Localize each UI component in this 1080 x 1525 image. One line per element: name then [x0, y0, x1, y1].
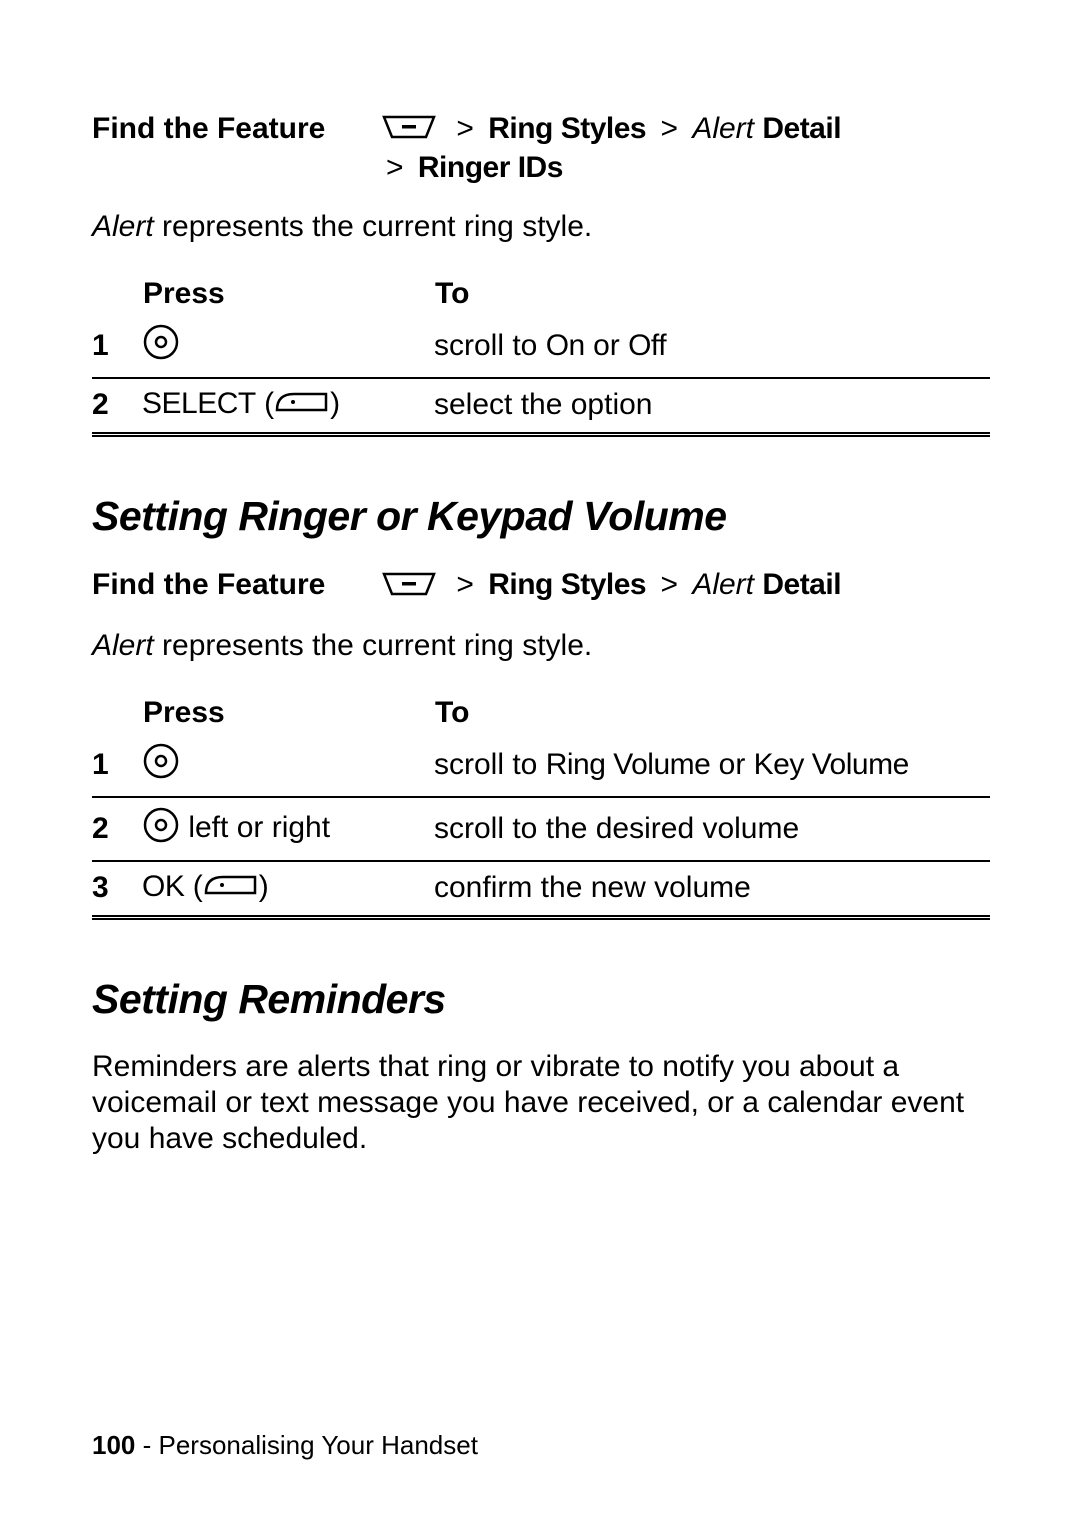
path-ring-styles: Ring Styles [488, 568, 646, 601]
footer-sep: - [135, 1430, 158, 1460]
table-row: 1 scroll to Ring Volume or Key Volume [92, 734, 990, 797]
step-number: 3 [92, 861, 142, 918]
path-alert: Alert [692, 568, 754, 601]
path-ring-styles: Ring Styles [488, 112, 646, 145]
to-cell: scroll to Ring Volume or Key Volume [434, 734, 990, 797]
to-cell: scroll to On or Off [434, 315, 990, 378]
find-the-feature-row: Find the Feature > Ring Styles > Alert D… [92, 110, 990, 186]
alert-description: Alert represents the current ring style. [92, 629, 990, 663]
page-footer: 100 - Personalising Your Handset [92, 1430, 478, 1461]
press-suffix: left or right [180, 811, 330, 844]
steps-table-volume: Press To 1 scroll to Ring Volume or Key … [92, 695, 990, 920]
path-separator: > [456, 568, 474, 601]
ok-label: OK [142, 870, 184, 903]
path-separator: > [660, 112, 678, 145]
path-separator: > [456, 112, 474, 145]
step-number: 1 [92, 734, 142, 797]
step-number: 2 [92, 797, 142, 861]
softkey-icon [274, 388, 330, 422]
table-row: 1 scroll to On or Off [92, 315, 990, 378]
steps-table-ringer-ids: Press To 1 scroll to On or Off 2 SELECT [92, 276, 990, 437]
heading-ringer-keypad-volume: Setting Ringer or Keypad Volume [92, 493, 990, 540]
desc-rest: represents the current ring style. [154, 629, 593, 662]
nav-key-icon [142, 323, 180, 369]
path-detail: Detail [762, 112, 841, 145]
path-detail: Detail [762, 568, 841, 601]
alert-word: Alert [92, 210, 154, 243]
to-cell: select the option [434, 378, 990, 435]
to-text: scroll to [434, 748, 546, 781]
heading-setting-reminders: Setting Reminders [92, 976, 990, 1023]
to-on: On [546, 329, 585, 362]
manual-page: Find the Feature > Ring Styles > Alert D… [0, 0, 1080, 1525]
reminders-body: Reminders are alerts that ring or vibrat… [92, 1049, 990, 1157]
find-the-feature-label: Find the Feature [92, 566, 380, 602]
menu-path: > Ring Styles > Alert Detail > Ringer ID… [380, 110, 841, 186]
menu-key-icon [380, 568, 438, 606]
step-number: 1 [92, 315, 142, 378]
select-label: SELECT [142, 387, 256, 420]
nav-key-icon [142, 806, 180, 852]
to-or: or [585, 329, 628, 362]
path-separator: > [660, 568, 678, 601]
alert-word: Alert [92, 629, 154, 662]
find-the-feature-label: Find the Feature [92, 110, 380, 146]
to-cell: scroll to the desired volume [434, 797, 990, 861]
footer-title: Personalising Your Handset [159, 1430, 478, 1460]
path-ringer-ids: Ringer IDs [418, 151, 563, 184]
menu-path: > Ring Styles > Alert Detail [380, 566, 841, 605]
page-number: 100 [92, 1430, 135, 1460]
press-cell: left or right [142, 797, 434, 861]
table-row: 2 SELECT ( ) select the option [92, 378, 990, 435]
table-row: 2 left or right scroll to the desired vo… [92, 797, 990, 861]
to-text: scroll to [434, 329, 546, 362]
header-press: Press [142, 276, 434, 315]
to-ring-volume: Ring Volume [546, 748, 711, 781]
to-key-volume: Key Volume [754, 748, 909, 781]
press-cell: OK ( ) [142, 861, 434, 918]
to-cell: confirm the new volume [434, 861, 990, 918]
softkey-icon [203, 871, 259, 905]
press-cell [142, 315, 434, 378]
header-press: Press [142, 695, 434, 734]
menu-key-icon [380, 111, 438, 149]
table-header-row: Press To [92, 695, 990, 734]
path-alert: Alert [692, 112, 754, 145]
step-number: 2 [92, 378, 142, 435]
header-to: To [434, 276, 990, 315]
header-to: To [434, 695, 990, 734]
to-or: or [710, 748, 753, 781]
press-cell: SELECT ( ) [142, 378, 434, 435]
press-cell [142, 734, 434, 797]
table-row: 3 OK ( ) confirm the new volume [92, 861, 990, 918]
find-the-feature-row: Find the Feature > Ring Styles > Alert D… [92, 566, 990, 605]
table-header-row: Press To [92, 276, 990, 315]
path-separator: > [386, 151, 404, 184]
alert-description: Alert represents the current ring style. [92, 210, 990, 244]
nav-key-icon [142, 742, 180, 788]
to-off: Off [628, 329, 666, 362]
desc-rest: represents the current ring style. [154, 210, 593, 243]
